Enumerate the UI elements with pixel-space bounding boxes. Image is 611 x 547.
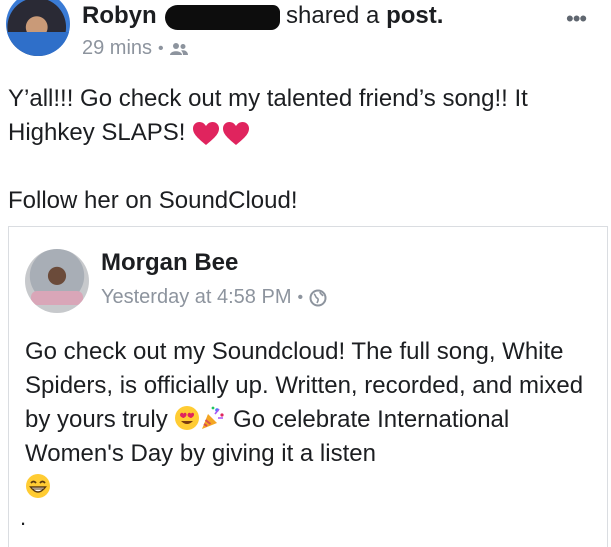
post-timestamp[interactable]: 29 mins <box>82 37 152 60</box>
heart-icon <box>223 121 250 145</box>
post-line-1-text: Y’all!!! Go check out my talented friend… <box>8 85 528 146</box>
heart-icon <box>193 121 220 145</box>
shared-post-action: shared a post. <box>286 2 443 30</box>
globe-icon <box>309 289 327 306</box>
grinning-emoji-icon <box>26 474 50 498</box>
post-meta: 29 mins • <box>82 37 188 60</box>
heart-eyes-emoji-icon <box>175 406 200 430</box>
hearts-emoji <box>192 121 250 147</box>
shared-author-name[interactable]: Morgan Bee <box>101 249 238 277</box>
redacted-surname <box>165 5 280 30</box>
shared-post-meta: Yesterday at 4:58 PM • <box>101 286 327 309</box>
author-avatar[interactable] <box>6 0 70 56</box>
friends-icon <box>169 42 188 55</box>
shared-author-avatar[interactable] <box>25 249 89 313</box>
shared-post-card[interactable]: Morgan Bee Yesterday at 4:58 PM • Go che… <box>8 226 608 547</box>
shared-post-timestamp[interactable]: Yesterday at 4:58 PM <box>101 286 292 309</box>
post-line-2: Follow her on SoundCloud! <box>8 187 298 214</box>
meta-separator: • <box>158 39 164 57</box>
shared-post-body: Go check out my Soundcloud! The full son… <box>25 335 600 505</box>
post-body: Y’all!!! Go check out my talented friend… <box>8 82 603 218</box>
meta-separator: • <box>297 288 304 306</box>
author-name[interactable]: Robyn <box>82 2 157 30</box>
shared-post-link[interactable]: post. <box>386 2 443 29</box>
party-popper-emoji-icon <box>202 406 224 429</box>
more-options-button[interactable]: ••• <box>566 6 587 32</box>
post-line-1: Y’all!!! Go check out my talented friend… <box>8 82 603 150</box>
action-prefix: shared a <box>286 2 387 29</box>
trailing-dot: . <box>20 505 27 530</box>
